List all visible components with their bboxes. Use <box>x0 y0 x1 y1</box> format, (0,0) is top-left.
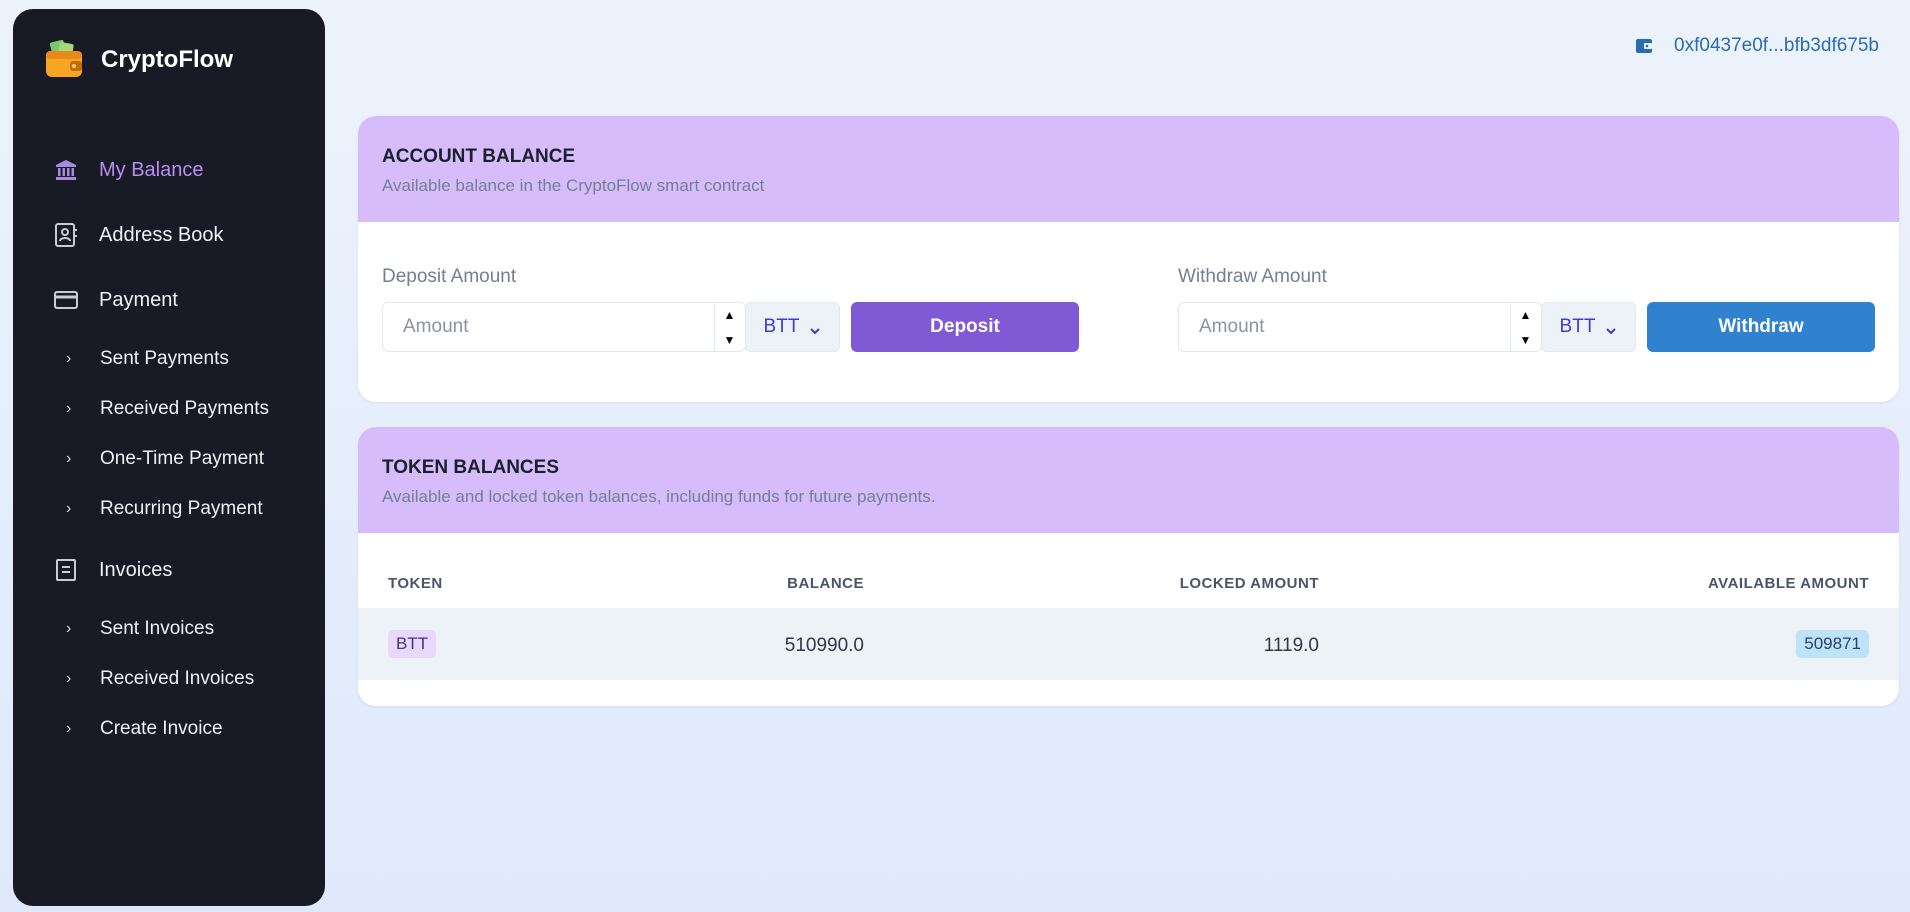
sidebar-item-label: Recurring Payment <box>100 498 263 519</box>
sidebar-item-label: Address Book <box>99 223 224 246</box>
sidebar-item-my-balance[interactable]: My Balance <box>53 157 204 183</box>
token-badge: BTT <box>388 630 437 658</box>
chevron-down-icon <box>809 321 821 335</box>
sidebar-item-payment[interactable]: Payment <box>53 287 178 313</box>
chevron-right-icon: › <box>66 720 72 737</box>
account-balance-card: ACCOUNT BALANCE Available balance in the… <box>358 116 1899 402</box>
sidebar-item-received-invoices[interactable]: › Received Invoices <box>66 668 254 690</box>
sidebar-item-label: Payment <box>99 288 178 311</box>
wallet-address-button[interactable]: 0xf0437e0f...bfb3df675b <box>1636 35 1879 57</box>
sidebar-item-label: Invoices <box>99 558 173 581</box>
chevron-right-icon: › <box>66 400 72 417</box>
available-amount-badge: 509871 <box>1796 630 1869 658</box>
account-balance-header: ACCOUNT BALANCE Available balance in the… <box>358 116 1899 222</box>
card-subtitle: Available and locked token balances, inc… <box>382 487 936 506</box>
sidebar-item-label: My Balance <box>99 158 204 181</box>
locked-amount-cell: 1119.0 <box>1263 635 1319 656</box>
wallet-address: 0xf0437e0f...bfb3df675b <box>1674 35 1879 56</box>
withdraw-button[interactable]: Withdraw <box>1647 302 1875 352</box>
deposit-amount-label: Deposit Amount <box>382 266 517 287</box>
column-header-locked-amount: LOCKED AMOUNT <box>1179 575 1319 592</box>
chevron-down-icon <box>1605 321 1617 335</box>
sidebar-item-recurring-payment[interactable]: › Recurring Payment <box>66 498 263 520</box>
card-subtitle: Available balance in the CryptoFlow smar… <box>382 176 765 195</box>
sidebar-item-received-payments[interactable]: › Received Payments <box>66 398 269 420</box>
stepper-down-icon[interactable]: ▼ <box>715 327 744 352</box>
invoice-icon <box>53 557 79 583</box>
deposit-stepper[interactable]: ▲ ▼ <box>714 302 744 352</box>
withdraw-token-value: BTT <box>1559 316 1596 337</box>
sidebar-item-invoices[interactable]: Invoices <box>53 557 172 583</box>
deposit-token-value: BTT <box>763 316 800 337</box>
bank-icon <box>53 157 79 183</box>
wallet-icon <box>43 39 85 81</box>
sidebar-item-sent-payments[interactable]: › Sent Payments <box>66 348 229 370</box>
token-balances-header: TOKEN BALANCES Available and locked toke… <box>358 427 1899 533</box>
deposit-button[interactable]: Deposit <box>851 302 1079 352</box>
sidebar-item-label: One-Time Payment <box>100 448 265 469</box>
sidebar-item-label: Create Invoice <box>100 718 223 739</box>
deposit-token-select[interactable]: BTT <box>745 302 840 352</box>
sidebar-item-label: Received Payments <box>100 398 269 419</box>
card-title: ACCOUNT BALANCE <box>382 146 576 167</box>
chevron-right-icon: › <box>66 350 72 367</box>
stepper-up-icon[interactable]: ▲ <box>715 302 744 327</box>
wallet-small-icon <box>1636 38 1653 54</box>
sidebar-item-label: Sent Payments <box>100 348 229 369</box>
withdraw-amount-label: Withdraw Amount <box>1178 266 1327 287</box>
sidebar-item-sent-invoices[interactable]: › Sent Invoices <box>66 618 214 640</box>
app-root: CryptoFlow My Balance Address Book Payme… <box>0 0 1910 912</box>
brand[interactable]: CryptoFlow <box>43 39 233 81</box>
brand-name: CryptoFlow <box>101 46 233 73</box>
contacts-icon <box>53 222 79 248</box>
stepper-up-icon[interactable]: ▲ <box>1511 302 1540 327</box>
card-icon <box>53 287 79 313</box>
deposit-amount-input[interactable] <box>382 302 746 352</box>
sidebar: CryptoFlow My Balance Address Book Payme… <box>13 9 325 906</box>
balance-cell: 510990.0 <box>784 635 864 656</box>
card-title: TOKEN BALANCES <box>382 457 559 478</box>
chevron-right-icon: › <box>66 500 72 517</box>
table-row: BTT 510990.0 1119.0 509871 <box>358 608 1899 680</box>
sidebar-item-label: Sent Invoices <box>100 618 215 639</box>
sidebar-item-label: Received Invoices <box>100 668 255 689</box>
sidebar-item-address-book[interactable]: Address Book <box>53 222 224 248</box>
token-balances-card: TOKEN BALANCES Available and locked toke… <box>358 427 1899 706</box>
withdraw-stepper[interactable]: ▲ ▼ <box>1510 302 1540 352</box>
withdraw-token-select[interactable]: BTT <box>1541 302 1636 352</box>
withdraw-amount-input[interactable] <box>1178 302 1542 352</box>
column-header-token: TOKEN <box>388 575 443 592</box>
chevron-right-icon: › <box>66 670 72 687</box>
column-header-balance: BALANCE <box>787 575 864 592</box>
stepper-down-icon[interactable]: ▼ <box>1511 327 1540 352</box>
sidebar-item-one-time-payment[interactable]: › One-Time Payment <box>66 448 264 470</box>
chevron-right-icon: › <box>66 450 72 467</box>
column-header-available-amount: AVAILABLE AMOUNT <box>1707 575 1869 592</box>
chevron-right-icon: › <box>66 620 72 637</box>
sidebar-item-create-invoice[interactable]: › Create Invoice <box>66 718 223 740</box>
